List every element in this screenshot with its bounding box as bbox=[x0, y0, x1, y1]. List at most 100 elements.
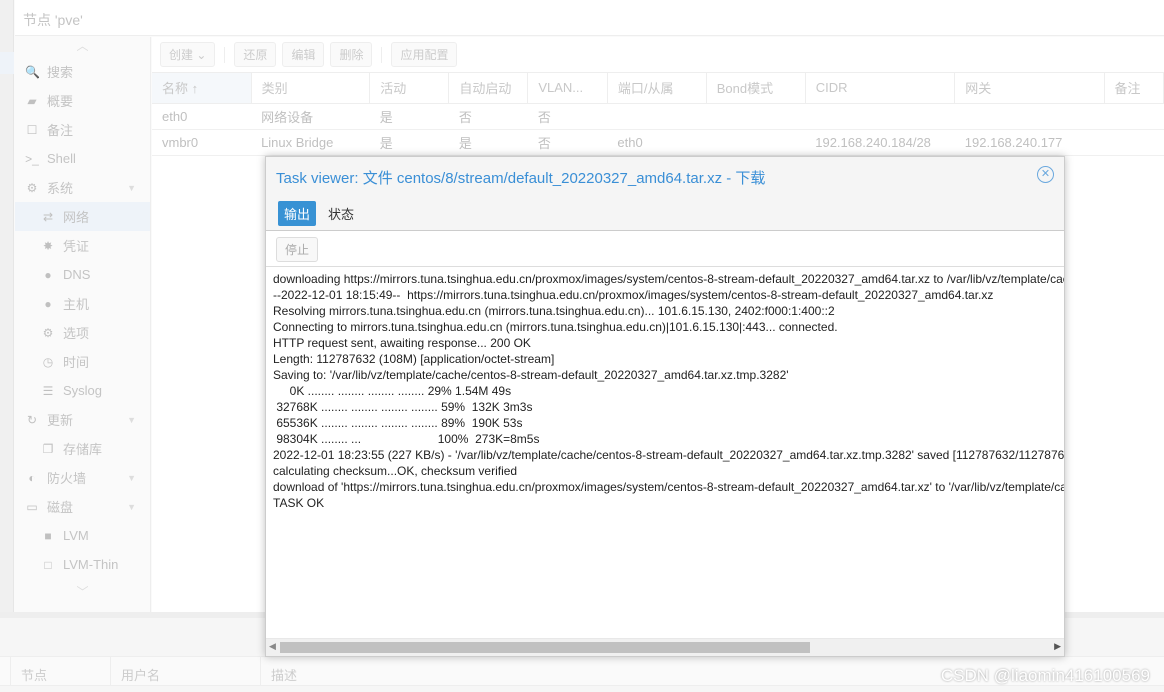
sidebar-item-9[interactable]: ⚙ 选项 bbox=[15, 318, 150, 347]
chevron-down-icon[interactable]: ▼ bbox=[127, 473, 136, 483]
sidebar-item-label: 主机 bbox=[63, 297, 90, 312]
sidebar-item-12[interactable]: ↻ 更新 ▼ bbox=[15, 405, 150, 434]
sidebar-item-0[interactable]: 🔍 搜索 bbox=[15, 57, 150, 86]
chevron-down-icon[interactable]: ▼ bbox=[127, 415, 136, 425]
scrollbar-thumb[interactable] bbox=[280, 642, 810, 653]
log-line: Resolving mirrors.tuna.tsinghua.edu.cn (… bbox=[273, 304, 835, 318]
divider bbox=[224, 46, 226, 63]
scroll-down-icon[interactable]: ﹀ bbox=[15, 583, 150, 603]
table-row[interactable]: eth0 网络设备是否否 bbox=[152, 103, 1164, 130]
table-cell: 192.168.240.177 bbox=[954, 129, 1105, 156]
sidebar-item-label: 选项 bbox=[63, 326, 90, 341]
sidebar-item-10[interactable]: ◷ 时间 bbox=[15, 347, 150, 376]
sidebar-item-label: 备注 bbox=[47, 123, 74, 138]
column-header[interactable]: 名称 ↑ bbox=[152, 73, 252, 104]
square-icon: ■ bbox=[44, 528, 52, 543]
log-line: downloading https://mirrors.tuna.tsinghu… bbox=[273, 272, 1064, 286]
log-line: calculating checksum...OK, checksum veri… bbox=[273, 464, 518, 478]
stop-button[interactable]: 停止 bbox=[276, 237, 319, 262]
delete-button[interactable]: 删除 bbox=[330, 42, 373, 67]
table-cell bbox=[706, 129, 806, 156]
sidebar-item-14[interactable]: ◐ 防火墙 ▼ bbox=[15, 463, 150, 492]
sidebar-item-label: LVM-Thin bbox=[63, 557, 119, 572]
log-line: HTTP request sent, awaiting response... … bbox=[273, 336, 531, 350]
task-log-output: downloading https://mirrors.tuna.tsinghu… bbox=[273, 271, 1064, 638]
scroll-up-icon[interactable]: ︿ bbox=[15, 37, 150, 57]
sidebar-item-label: 防火墙 bbox=[47, 471, 87, 486]
sidebar-item-label: Shell bbox=[47, 151, 76, 166]
scroll-left-icon[interactable]: ◀ bbox=[269, 641, 276, 652]
sidebar-item-8[interactable]: ● 主机 bbox=[15, 289, 150, 318]
create-label: 创建 bbox=[169, 48, 194, 62]
gear-icon: ⚙ bbox=[42, 325, 54, 340]
sidebar-item-4[interactable]: ⚙ 系统 ▼ bbox=[15, 173, 150, 202]
sidebar-item-5[interactable]: ⇄ 网络 bbox=[15, 202, 150, 231]
log-line: TASK OK bbox=[273, 496, 325, 510]
table-cell bbox=[805, 103, 955, 130]
table-cell: Linux Bridge bbox=[251, 129, 370, 156]
horizontal-scrollbar[interactable]: ◀ ▶ bbox=[266, 638, 1064, 656]
files-icon: ❐ bbox=[42, 441, 54, 456]
column-header-user[interactable]: 用户名 bbox=[111, 657, 261, 685]
column-header[interactable]: 活动 bbox=[369, 73, 450, 104]
selected-tree-node[interactable] bbox=[0, 52, 14, 74]
log-line: Connecting to mirrors.tuna.tsinghua.edu.… bbox=[273, 320, 838, 334]
table-cell: 否 bbox=[527, 129, 608, 156]
sidebar-item-17[interactable]: □ LVM-Thin bbox=[15, 550, 150, 579]
column-header[interactable]: 类别 bbox=[251, 73, 371, 104]
column-header[interactable]: Bond模式 bbox=[706, 73, 806, 104]
edit-button[interactable]: 编辑 bbox=[282, 42, 325, 67]
sidebar-item-16[interactable]: ■ LVM bbox=[15, 521, 150, 550]
sidebar-item-1[interactable]: ▰ 概要 bbox=[15, 86, 150, 115]
shield-icon: ◐ bbox=[28, 470, 36, 485]
scroll-right-icon[interactable]: ▶ bbox=[1054, 641, 1061, 652]
divider bbox=[381, 46, 383, 63]
column-header-node[interactable]: 节点 bbox=[11, 657, 111, 685]
sidebar-item-15[interactable]: ▭ 磁盘 ▼ bbox=[15, 492, 150, 521]
tab-output[interactable]: 输出 bbox=[278, 201, 317, 226]
table-cell: eth0 bbox=[607, 129, 707, 156]
revert-button[interactable]: 还原 bbox=[234, 42, 277, 67]
close-icon[interactable]: ✕ bbox=[1037, 166, 1054, 183]
chevron-down-icon[interactable]: ▼ bbox=[127, 183, 136, 193]
column-header[interactable]: VLAN... bbox=[527, 73, 608, 104]
column-header[interactable]: 端口/从属 bbox=[607, 73, 707, 104]
create-button[interactable]: 创建 ⌄ bbox=[160, 42, 216, 67]
network-table: 名称 ↑ 类别 活动 自动启动 VLAN... 端口/从属 Bond模式 CIDR 网关 备注 e… bbox=[152, 73, 1164, 156]
column-header[interactable]: 备注 bbox=[1104, 73, 1164, 104]
toolbar: 创建 ⌄ 还原 编辑 删除 应用配置 bbox=[152, 37, 1164, 73]
log-line: download of 'https://mirrors.tuna.tsingh… bbox=[273, 480, 1064, 494]
column-header[interactable]: CIDR bbox=[805, 73, 956, 104]
dialog-title: Task viewer: 文件 centos/8/stream/default_… bbox=[276, 170, 766, 187]
sidebar-item-13[interactable]: ❐ 存储库 bbox=[15, 434, 150, 463]
log-line: 98304K ........ ... 100% 273K=8m5s bbox=[273, 432, 540, 446]
square-o-icon: □ bbox=[44, 557, 52, 572]
sidebar-item-label: 概要 bbox=[47, 94, 74, 109]
page-title: 节点 'pve' bbox=[15, 0, 1164, 36]
sidebar-item-3[interactable]: >_ Shell bbox=[15, 144, 150, 173]
log-line: 65536K ........ ........ ........ ......… bbox=[273, 416, 523, 430]
table-cell: 是 bbox=[448, 129, 528, 156]
table-cell: vmbr0 bbox=[152, 129, 252, 156]
chevron-down-icon[interactable]: ▼ bbox=[127, 502, 136, 512]
column-header[interactable]: 网关 bbox=[954, 73, 1105, 104]
apply-config-button[interactable]: 应用配置 bbox=[391, 42, 458, 67]
sidebar-item-11[interactable]: ☰ Syslog bbox=[15, 376, 150, 405]
sidebar-item-7[interactable]: ● DNS bbox=[15, 260, 150, 289]
table-cell bbox=[706, 103, 806, 130]
globe-icon: ● bbox=[44, 267, 52, 282]
sidebar-item-label: 磁盘 bbox=[47, 500, 74, 515]
table-cell bbox=[607, 103, 707, 130]
table-cell: 否 bbox=[527, 103, 608, 130]
table-cell: 网络设备 bbox=[251, 103, 370, 130]
table-cell bbox=[954, 103, 1105, 130]
table-row[interactable]: vmbr0 Linux Bridge 是是否 eth0 192.168.240.184/… bbox=[152, 129, 1164, 156]
task-viewer-dialog: Task viewer: 文件 centos/8/stream/default_… bbox=[265, 156, 1065, 657]
column-header[interactable]: 自动启动 bbox=[448, 73, 529, 104]
log-line: 32768K ........ ........ ........ ......… bbox=[273, 400, 533, 414]
sidebar-item-6[interactable]: ✸ 凭证 bbox=[15, 231, 150, 260]
sidebar-item-2[interactable]: ☐ 备注 bbox=[15, 115, 150, 144]
note-icon: ☐ bbox=[26, 122, 38, 137]
tab-status[interactable]: 状态 bbox=[322, 201, 360, 226]
search-icon: 🔍 bbox=[25, 64, 40, 79]
